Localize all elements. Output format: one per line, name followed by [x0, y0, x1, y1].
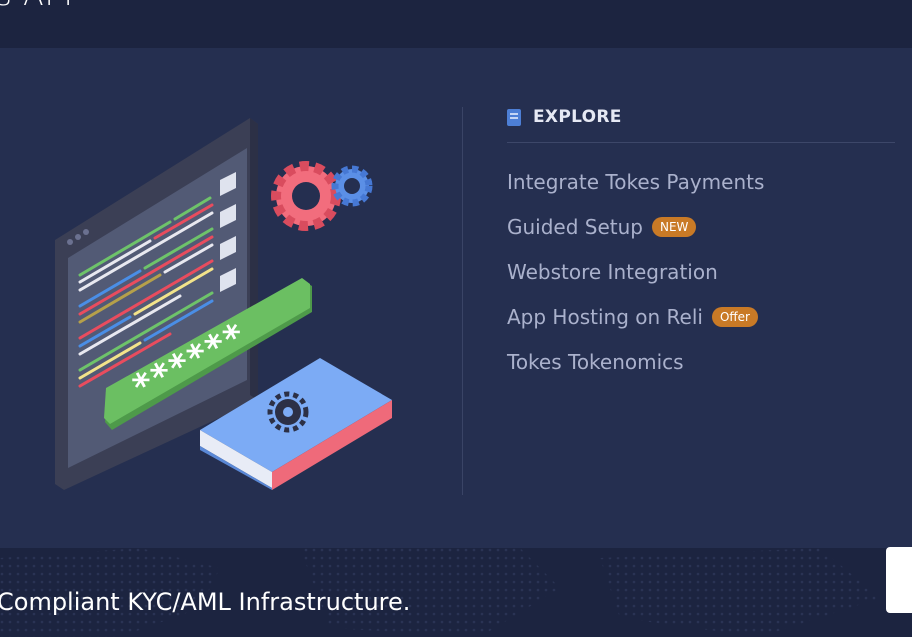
- gear-icon: [271, 161, 341, 231]
- link-label: App Hosting on Reli: [507, 304, 703, 329]
- explore-links: Integrate Tokes Payments Guided Setup NE…: [507, 168, 764, 393]
- footer-band: Compliant KYC/AML Infrastructure.: [0, 548, 912, 637]
- new-badge: NEW: [652, 216, 697, 237]
- explore-header: EXPLORE: [507, 106, 895, 143]
- footer-tagline: Compliant KYC/AML Infrastructure.: [0, 588, 411, 616]
- explore-title: EXPLORE: [533, 107, 622, 127]
- link-integrate-tokes-payments[interactable]: Integrate Tokes Payments: [507, 168, 764, 195]
- side-card[interactable]: [886, 547, 912, 613]
- link-webstore-integration[interactable]: Webstore Integration: [507, 258, 764, 285]
- link-label: Tokes Tokenomics: [507, 349, 684, 374]
- link-label: Guided Setup: [507, 214, 643, 239]
- book-icon: [507, 109, 521, 126]
- link-label: Webstore Integration: [507, 259, 718, 284]
- link-label: Integrate Tokes Payments: [507, 169, 765, 194]
- developer-illustration: ******: [55, 118, 392, 490]
- offer-badge: Offer: [711, 306, 758, 327]
- top-band: s API: [0, 0, 912, 48]
- section-title: s API: [0, 0, 74, 13]
- vertical-divider: [462, 107, 463, 495]
- small-gear-icon: [331, 165, 373, 207]
- link-app-hosting-on-reli[interactable]: App Hosting on Reli Offer: [507, 303, 764, 330]
- link-guided-setup[interactable]: Guided Setup NEW: [507, 213, 764, 240]
- link-tokes-tokenomics[interactable]: Tokes Tokenomics: [507, 348, 764, 375]
